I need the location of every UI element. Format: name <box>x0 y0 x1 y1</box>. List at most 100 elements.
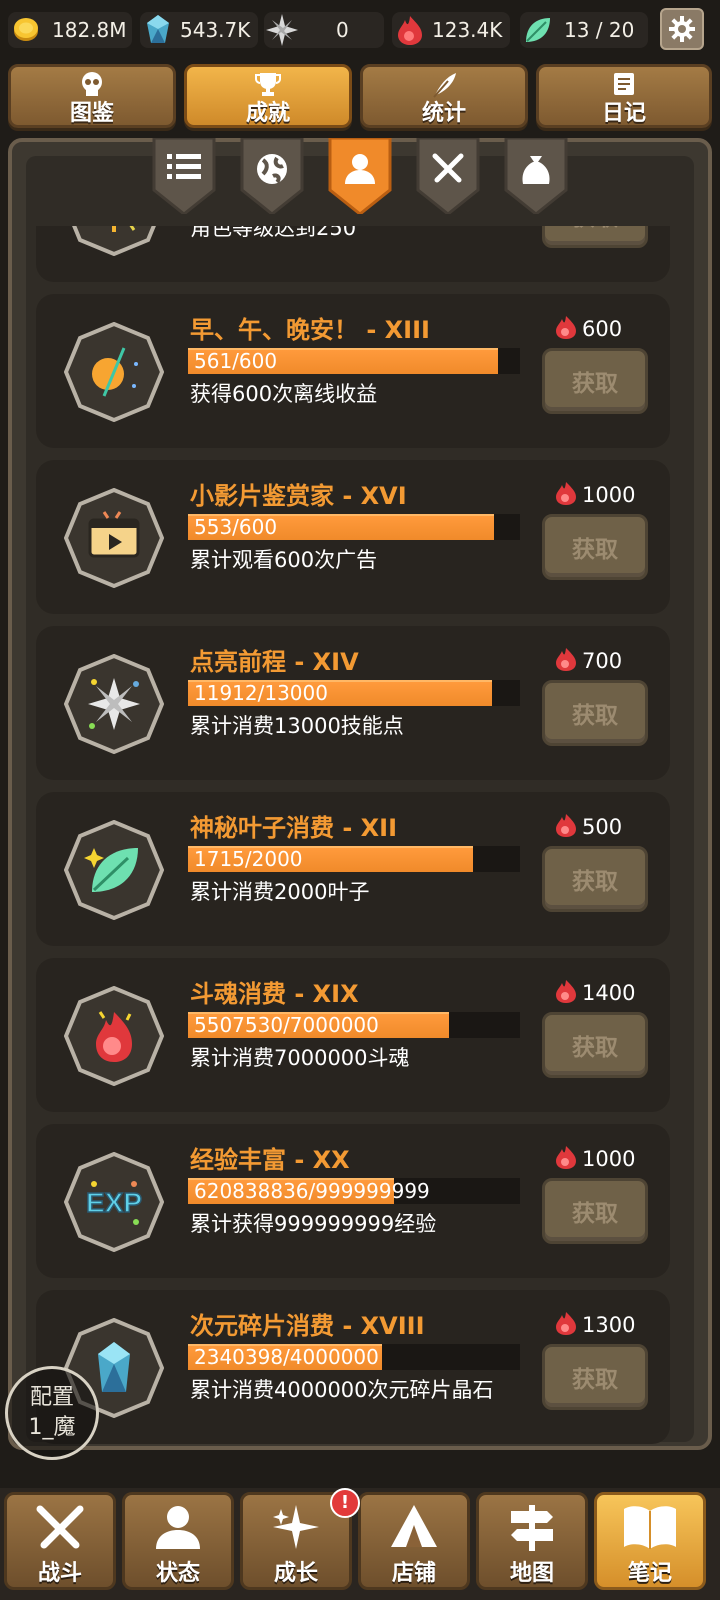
achievement-reward: 1300 <box>554 1310 635 1340</box>
tab-statistics-label: 统计 <box>421 101 466 126</box>
achievement-progress-bar: 561/600 <box>188 348 520 374</box>
achievement-title: 早、午、晚安！ - XIII <box>190 316 430 344</box>
skill-star-icon <box>264 12 300 48</box>
fire-soul-icon <box>554 978 578 1009</box>
subtab-world[interactable] <box>238 138 306 214</box>
tab-achievements[interactable]: 成就 <box>184 64 352 128</box>
trophy-icon <box>255 73 281 96</box>
tab-statistics[interactable]: 统计 <box>360 64 528 128</box>
fire-soul-icon <box>554 1310 578 1341</box>
achievement-progress-bar: 5507530/7000000 <box>188 1012 520 1038</box>
subtab-combat[interactable] <box>414 138 482 214</box>
bottom-navigation: 战斗 状态 成长 店铺 地图 笔记 <box>0 1488 720 1600</box>
achievement-title: 次元碎片消费 - XVIII <box>190 1312 425 1340</box>
reward-amount: 1000 <box>582 1147 636 1171</box>
achievement-progress-text: 553/600 <box>194 515 278 539</box>
crystal-value: 543.7K <box>180 18 251 42</box>
gold-value: 182.8M <box>52 18 127 42</box>
loot-bag-icon <box>522 156 550 184</box>
reward-amount: 600 <box>582 317 623 341</box>
tab-diary[interactable]: 日记 <box>536 64 712 128</box>
achievement-card: 神秘叶子消费 - XII 1715/2000 累计消费2000叶子 500 获取 <box>36 792 670 946</box>
skill-point-value: 0 <box>336 18 349 42</box>
reward-amount: 1000 <box>582 483 636 507</box>
achievement-description: 获得600次离线收益 <box>190 382 378 406</box>
note-icon <box>614 73 634 95</box>
nav-label: 笔记 <box>627 1561 672 1586</box>
gold-coin-icon <box>8 12 44 48</box>
achievement-list[interactable]: 245/250角色等级达到250获取早、午、晚安！ - XIII561/600获… <box>36 226 670 1444</box>
achievement-progress-bar: 553/600 <box>188 514 520 540</box>
achievement-reward: 1000 <box>554 1144 635 1174</box>
fire-soul-icon <box>554 1144 578 1175</box>
nav-label: 成长 <box>273 1561 318 1586</box>
fire-soul-icon <box>554 812 578 843</box>
config-line-2: 1_魔 <box>28 1415 76 1440</box>
tab-codex[interactable]: 图鉴 <box>8 64 176 128</box>
fire-soul-icon <box>554 480 578 511</box>
claim-button[interactable]: 获取 <box>542 348 648 414</box>
claim-button[interactable]: 获取 <box>542 1012 648 1078</box>
achievement-description: 角色等级达到250 <box>190 226 357 240</box>
signpost-icon <box>479 1503 585 1553</box>
config-line-1: 配置 <box>29 1385 74 1410</box>
nav-shop[interactable]: 店铺 <box>358 1492 470 1590</box>
nav-status[interactable]: 状态 <box>122 1492 234 1590</box>
leaf-resource: 13 / 20 <box>520 12 648 48</box>
achievement-reward: 1400 <box>554 978 635 1008</box>
nav-label: 地图 <box>509 1561 554 1586</box>
gold-resource: 182.8M <box>8 12 132 48</box>
nav-battle[interactable]: 战斗 <box>4 1492 116 1590</box>
achievement-title: 经验丰富 - XX <box>190 1146 350 1174</box>
fire-soul-icon <box>554 646 578 677</box>
nav-notes[interactable]: 笔记 <box>594 1492 706 1590</box>
claim-button[interactable]: 获取 <box>542 680 648 746</box>
subtab-character[interactable] <box>326 138 394 214</box>
claim-button[interactable]: 获取 <box>542 846 648 912</box>
list-icon <box>167 154 201 179</box>
soul-resource: 123.4K <box>392 12 510 48</box>
reward-amount: 500 <box>582 815 623 839</box>
achievement-title: 神秘叶子消费 - XII <box>190 814 398 842</box>
fire-soul-icon <box>554 314 578 345</box>
leaf-icon <box>520 12 556 48</box>
fire-soul-icon <box>392 12 428 48</box>
top-resource-bar: 182.8M 543.7K 0 123.4K 13 / 20 <box>0 0 720 60</box>
claim-button[interactable]: 获取 <box>542 1178 648 1244</box>
claim-button[interactable]: 获取 <box>542 226 648 248</box>
crossed-swords-icon <box>432 153 464 183</box>
subtab-all[interactable] <box>150 138 218 214</box>
achievement-title: 点亮前程 - XIV <box>190 648 359 676</box>
achievement-card: 早、午、晚安！ - XIII 561/600 获得600次离线收益 600 获取 <box>36 294 670 448</box>
svg-text:EXP: EXP <box>86 1187 142 1218</box>
nav-map[interactable]: 地图 <box>476 1492 588 1590</box>
achievement-progress-bar: 1715/2000 <box>188 846 520 872</box>
nav-label: 店铺 <box>391 1561 436 1586</box>
achievement-progress-text: 2340398/4000000 <box>194 1345 379 1369</box>
subtab-loot[interactable] <box>502 138 570 214</box>
day-night-icon <box>63 321 165 423</box>
achievement-reward: 1000 <box>554 480 635 510</box>
claim-button[interactable]: 获取 <box>542 1344 648 1410</box>
fire-soul-icon <box>63 985 165 1087</box>
achievement-card: 245/250角色等级达到250获取 <box>36 226 670 282</box>
achievement-progress-bar: 620838836/999999999 <box>188 1178 520 1204</box>
achievement-progress-text: 11912/13000 <box>194 681 328 705</box>
claim-button[interactable]: 获取 <box>542 514 648 580</box>
achievement-reward: 700 <box>554 646 622 676</box>
skill-point-resource: 0 <box>264 12 384 48</box>
config-preset-button[interactable]: 配置 1_魔 <box>5 1366 99 1460</box>
crossed-swords-icon <box>7 1503 113 1551</box>
settings-button[interactable] <box>660 8 704 50</box>
achievement-description: 累计消费7000000斗魂 <box>190 1046 410 1070</box>
person-icon <box>125 1503 231 1551</box>
achievement-description: 累计消费4000000次元碎片晶石 <box>190 1378 494 1402</box>
crystal-resource: 543.7K <box>140 12 258 48</box>
achievement-description: 累计获得999999999经验 <box>190 1212 437 1236</box>
achievement-card: EXP 经验丰富 - XX 620838836/999999999 累计获得99999… <box>36 1124 670 1278</box>
reward-amount: 1300 <box>582 1313 636 1337</box>
tab-achievements-label: 成就 <box>245 101 290 126</box>
achievement-card: 次元碎片消费 - XVIII 2340398/4000000 累计消费4000000… <box>36 1290 670 1444</box>
tab-codex-label: 图鉴 <box>69 101 114 126</box>
soul-value: 123.4K <box>432 18 503 42</box>
